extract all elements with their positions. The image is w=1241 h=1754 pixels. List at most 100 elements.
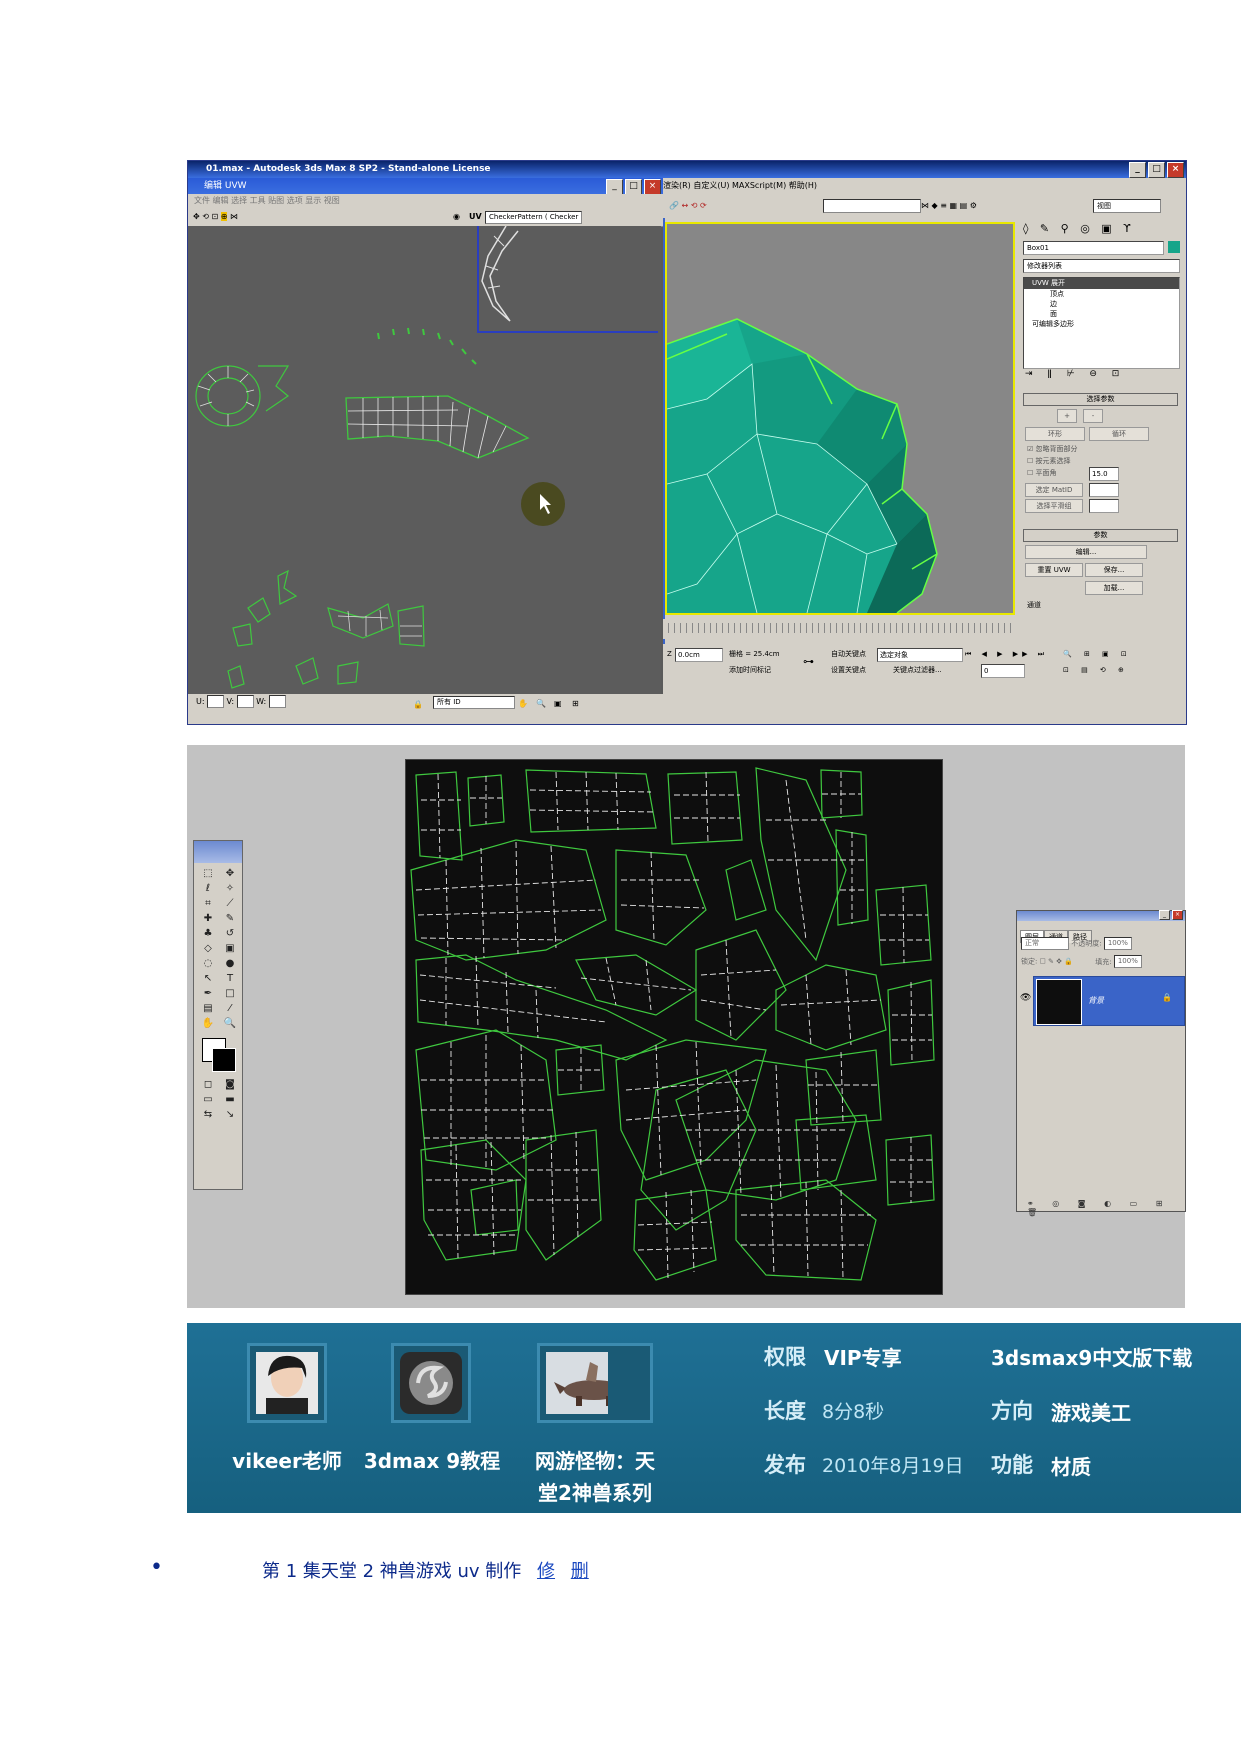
layers-minimize-button[interactable]: _ — [1159, 910, 1170, 920]
matid-field[interactable] — [1089, 483, 1119, 497]
history-brush-icon[interactable]: ↺ — [222, 927, 238, 940]
gradient-icon[interactable]: ▣ — [222, 942, 238, 955]
uv-maximize-button[interactable]: □ — [625, 179, 642, 195]
v-coordinate-field[interactable]: V: — [227, 695, 254, 708]
command-tabs[interactable]: ◊ ✎ ⚲ ◎ ▣ ϒ — [1023, 222, 1135, 235]
freeform-icon[interactable]: ⊕ — [220, 212, 228, 221]
minimize-button[interactable]: _ — [1129, 162, 1146, 178]
blur-icon[interactable]: ◌ — [200, 957, 216, 970]
eraser-icon[interactable]: ◇ — [200, 942, 216, 955]
parameters-rollout[interactable]: 参数 — [1023, 529, 1178, 542]
fullscreen-icon[interactable]: ▬ — [222, 1093, 238, 1106]
magic-wand-icon[interactable]: ✧ — [222, 882, 238, 895]
color-swatches[interactable] — [194, 1034, 242, 1074]
selection-params-rollout[interactable]: 选择参数 — [1023, 393, 1178, 406]
delete-link[interactable]: 删 — [571, 1561, 589, 1582]
viewport-nav-icons[interactable]: 🔍 ⊞ ▣ ⊡ — [1063, 648, 1132, 660]
dodge-icon[interactable]: ● — [222, 957, 238, 970]
reset-uvw-button[interactable]: 重置 UVW — [1025, 563, 1083, 577]
type-icon[interactable]: T — [222, 972, 238, 985]
rotate-icon[interactable]: ⟲ — [202, 212, 209, 221]
eye-icon[interactable]: 👁 — [1020, 993, 1031, 1003]
zoom-tool-icon[interactable]: 🔍 — [222, 1017, 238, 1030]
perspective-viewport[interactable] — [665, 222, 1015, 615]
stack-item-face[interactable]: 面 — [1024, 309, 1179, 319]
zoom-icon[interactable]: 🔍 — [536, 696, 546, 712]
loop-button[interactable]: 循环 — [1089, 427, 1149, 441]
standard-mode-icon[interactable]: ◻ — [200, 1078, 216, 1091]
heal-icon[interactable]: ✚ — [200, 912, 216, 925]
ignore-backface-checkbox[interactable]: ☑ 忽略背面部分 — [1027, 443, 1078, 455]
brush-icon[interactable]: ✎ — [222, 912, 238, 925]
lock-icon[interactable]: 🔒 — [413, 697, 423, 713]
move-icon[interactable]: ✥ — [188, 212, 200, 221]
scale-icon[interactable]: ⊡ — [212, 212, 219, 221]
edit-button[interactable]: 编辑... — [1025, 545, 1147, 559]
tutorial-caption[interactable]: 3dmax 9教程 — [347, 1445, 517, 1477]
stamp-icon[interactable]: ♣ — [200, 927, 216, 940]
load-button[interactable]: 加载... — [1085, 581, 1143, 595]
object-name-field[interactable]: Box01 — [1023, 241, 1164, 255]
hand-icon[interactable]: ✋ — [200, 1017, 216, 1030]
pen-icon[interactable]: ✒ — [200, 987, 216, 1000]
zoom-region-icon[interactable]: ▣ — [554, 696, 562, 712]
w-coordinate-field[interactable]: W: — [256, 695, 286, 708]
uv-minimize-button[interactable]: _ — [606, 179, 623, 195]
z-coordinate-field[interactable]: 0.0cm — [675, 648, 723, 662]
selected-object-dropdown[interactable]: 选定对象 — [877, 648, 963, 662]
stack-item-vertex[interactable]: 顶点 — [1024, 289, 1179, 299]
mirror-icon[interactable]: ⋈ — [230, 212, 238, 221]
blend-mode-dropdown[interactable]: 正常 — [1021, 937, 1069, 950]
screen-mode-icon[interactable]: ▭ — [200, 1093, 216, 1106]
mirror-tool-icon[interactable]: ⋈ ◆ ≡ ▦ ▤ ⚙ — [921, 194, 977, 218]
stack-item-uvw-unwrap[interactable]: UVW 展开 — [1024, 278, 1179, 289]
stack-item-edge[interactable]: 边 — [1024, 299, 1179, 309]
close-button[interactable]: × — [1167, 162, 1184, 178]
modifier-stack[interactable]: UVW 展开 顶点 边 面 可编辑多边形 — [1023, 277, 1180, 369]
smooth-group-field[interactable] — [1089, 499, 1119, 513]
eyedropper-icon[interactable]: ⁄ — [222, 1002, 238, 1015]
pan-icon[interactable]: ✋ — [518, 696, 528, 712]
uv-editor-menu[interactable]: 文件 编辑 选择 工具 贴图 选项 显示 视图 — [188, 194, 663, 208]
selection-set-dropdown[interactable] — [823, 199, 921, 213]
planar-angle-field[interactable]: 15.0 — [1089, 467, 1119, 481]
u-coordinate-field[interactable]: U: — [188, 695, 224, 708]
3dsmax-thumbnail[interactable] — [391, 1343, 471, 1423]
modifier-list-dropdown[interactable]: 修改器列表 — [1023, 259, 1180, 273]
viewport-nav-icons-2[interactable]: ⊡ ▤ ⟲ ⊕ — [1063, 664, 1129, 676]
layers-close-button[interactable]: × — [1172, 910, 1183, 920]
texture-dropdown[interactable]: CheckerPattern ( Checker — [485, 211, 583, 224]
stack-item-editable-poly[interactable]: 可编辑多边形 — [1024, 319, 1179, 329]
crop-icon[interactable]: ⌗ — [200, 897, 216, 910]
move-tool-icon[interactable]: ✥ — [222, 867, 238, 880]
view-dropdown[interactable]: 视图 — [1093, 199, 1161, 213]
select-matid-button[interactable]: 选定 MatID — [1025, 483, 1083, 497]
toolbox-header[interactable] — [194, 841, 242, 863]
edit-link[interactable]: 修 — [537, 1561, 555, 1582]
zoom-extents-icon[interactable]: ⊞ — [572, 696, 579, 712]
current-frame-field[interactable]: 0 — [981, 664, 1025, 678]
ring-button[interactable]: 环形 — [1025, 427, 1085, 441]
id-filter-dropdown[interactable]: 所有 ID — [433, 696, 515, 709]
max-menubar[interactable]: 渲染(R) 自定义(U) MAXScript(M) 帮助(H) — [663, 178, 1186, 194]
marquee-icon[interactable]: ⬚ — [200, 867, 216, 880]
shape-icon[interactable]: □ — [222, 987, 238, 1000]
time-slider[interactable] — [663, 619, 1013, 639]
playback-controls[interactable]: ⏮ ◀ ▶ ▶▶ ⏭ — [965, 648, 1048, 660]
layers-footer-icons[interactable]: ⚭ ◎ ◙ ◐ ▭ ⊞ 🗑 — [1017, 1199, 1185, 1217]
grow-selection-button[interactable]: + — [1057, 409, 1077, 423]
planar-angle-checkbox[interactable]: ☐ 平面角 — [1027, 467, 1057, 479]
fill-field[interactable]: 100% — [1113, 955, 1142, 968]
object-color-swatch[interactable] — [1168, 241, 1180, 253]
stack-tools[interactable]: ⇥ ǁ ⊬ ⊖ ⊡ — [1025, 369, 1125, 379]
teacher-caption[interactable]: vikeer老师 — [207, 1445, 367, 1477]
episode-title[interactable]: 第 1 集天堂 2 神兽游戏 uv 制作 — [262, 1561, 521, 1582]
maximize-button[interactable]: □ — [1148, 162, 1165, 178]
jump-icon[interactable]: ↘ — [222, 1108, 238, 1121]
select-element-checkbox[interactable]: ☐ 按元素选择 — [1027, 455, 1071, 467]
lock-icons[interactable]: ☐ ✎ ✥ 🔒 — [1040, 958, 1073, 966]
auto-key-button[interactable]: 自动关键点 — [831, 648, 866, 660]
shrink-selection-button[interactable]: - — [1083, 409, 1103, 423]
download-link[interactable]: 3dsmax9中文版下载 — [991, 1342, 1192, 1371]
set-key-button[interactable]: 设置关键点 — [831, 664, 866, 676]
